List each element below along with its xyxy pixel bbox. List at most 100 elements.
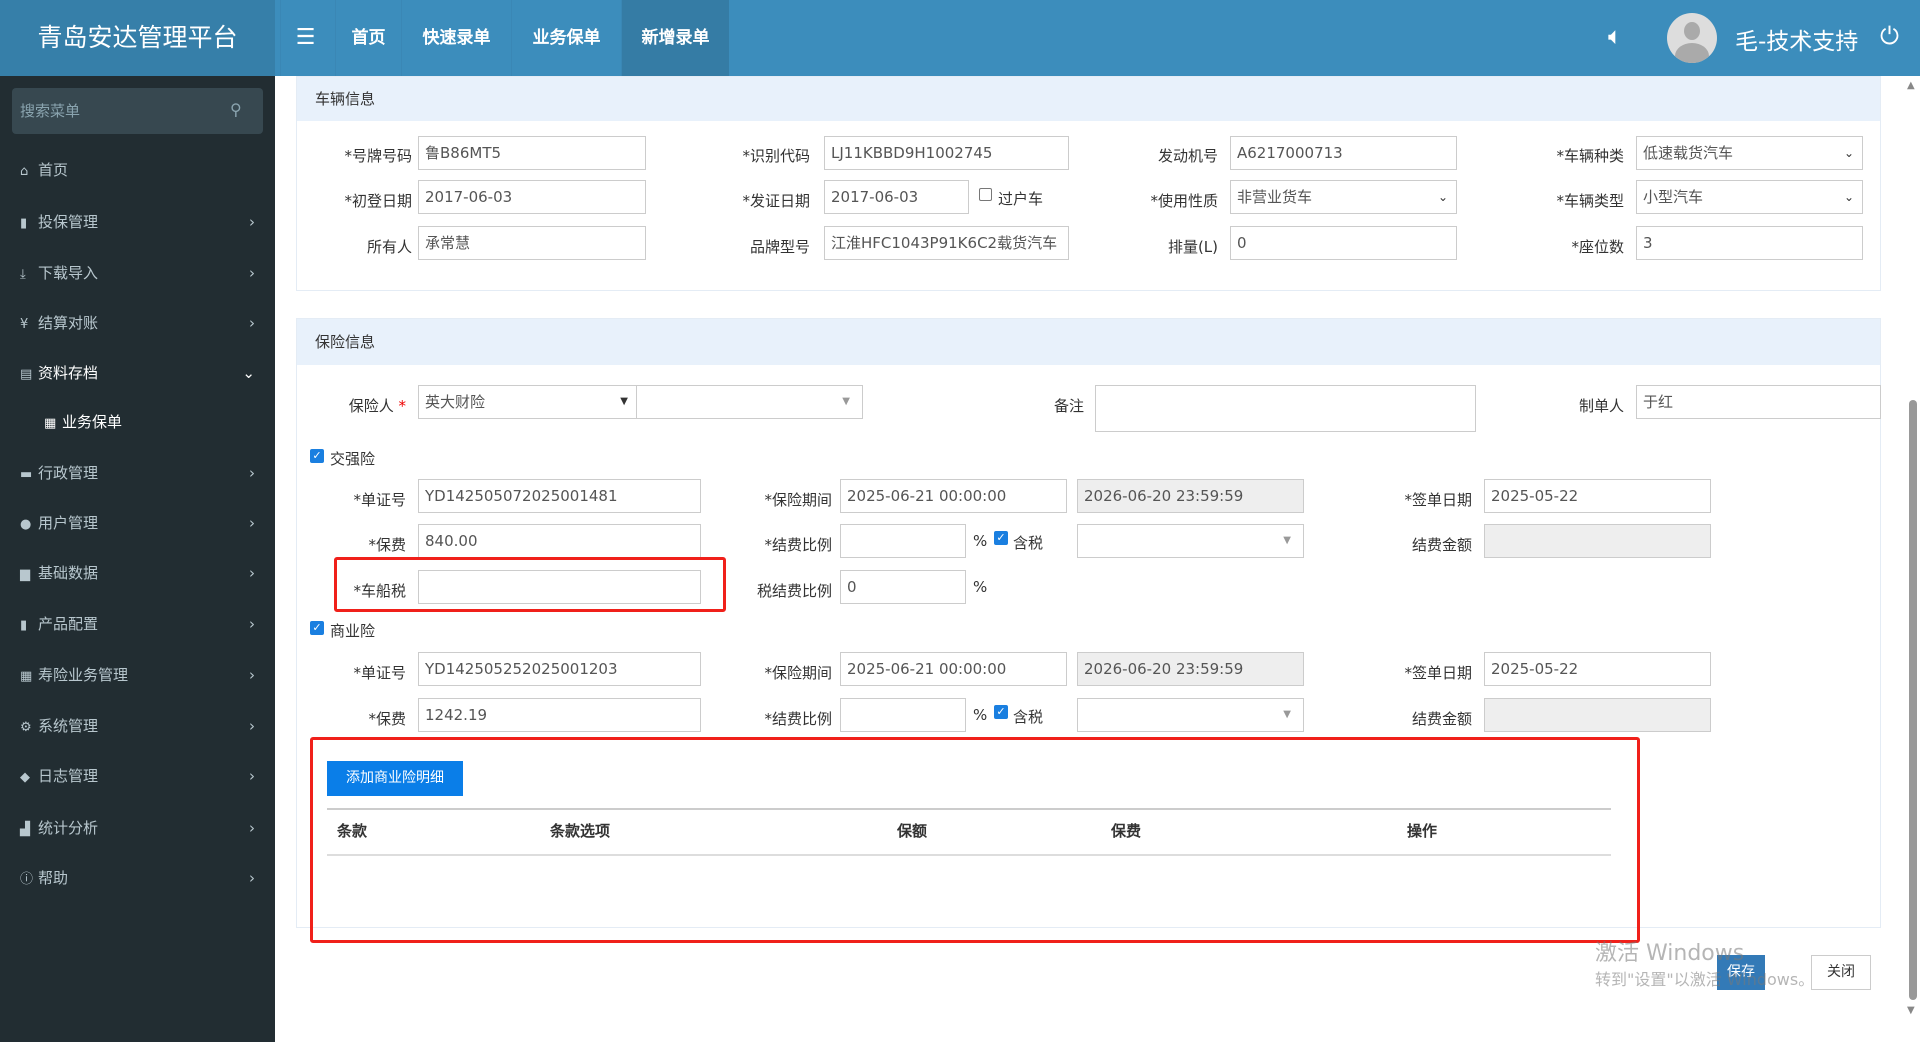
transfer-checkbox[interactable]: [979, 188, 992, 201]
menu-toggle-icon[interactable]: ☰: [280, 0, 330, 76]
speaker-icon[interactable]: 🔈︎: [1608, 22, 1622, 50]
username[interactable]: 毛-技术支持: [1735, 22, 1858, 56]
chevron-right-icon: ›: [249, 869, 255, 887]
grid-icon: ▦: [20, 669, 33, 684]
ci-rate-select[interactable]: ▼: [1077, 524, 1304, 558]
use-select[interactable]: 非营业货车 ⌄: [1230, 180, 1457, 214]
displacement-input[interactable]: 0: [1230, 226, 1457, 260]
reg-date-input[interactable]: 2017-06-03: [418, 180, 646, 214]
bi-sign-input[interactable]: 2025-05-22: [1484, 652, 1711, 686]
scrollbar-thumb[interactable]: [1909, 400, 1917, 1000]
sidebar-item-settlement[interactable]: ¥ 结算对账 ›: [0, 303, 275, 343]
sidebar-item-basedata[interactable]: ▆ 基础数据 ›: [0, 553, 275, 593]
nav-new-entry[interactable]: 新增录单: [621, 0, 729, 76]
chevron-right-icon: ›: [249, 213, 255, 231]
value: 低速载货汽车: [1643, 144, 1734, 162]
ci-tax-incl-checkbox[interactable]: ✓: [994, 531, 1008, 545]
sidebar-item-life[interactable]: ▦ 寿险业务管理 ›: [0, 655, 275, 695]
insurer-select[interactable]: 英大财险 ▼: [418, 385, 637, 419]
sidebar-item-admin[interactable]: ▬ 行政管理 ›: [0, 453, 275, 493]
caret-down-icon: ▼: [620, 396, 628, 407]
ci-start-input[interactable]: 2025-06-21 00:00:00: [840, 479, 1067, 513]
model-input[interactable]: 江淮HFC1043P91K6C2载货汽车: [824, 226, 1069, 260]
value: 非营业货车: [1237, 188, 1313, 206]
ci-sign-input[interactable]: 2025-05-22: [1484, 479, 1711, 513]
label: 业务保单: [62, 413, 123, 431]
chevron-right-icon: ›: [249, 819, 255, 837]
sidebar-item-help[interactable]: ⓘ 帮助 ›: [0, 858, 275, 898]
ci-premium-input[interactable]: 840.00: [418, 524, 701, 558]
maker-input[interactable]: 于红: [1636, 385, 1881, 419]
chevron-down-icon: ⌄: [242, 364, 255, 382]
menu-search-input[interactable]: 搜索菜单: [12, 88, 263, 134]
use-label: *使用性质: [1150, 192, 1218, 210]
nav-policies[interactable]: 业务保单: [511, 0, 621, 76]
kind-label: *车辆种类: [1556, 147, 1624, 165]
chevron-down-icon: ⌄: [1843, 190, 1854, 204]
sidebar-item-home[interactable]: ⌂ 首页: [0, 150, 275, 190]
drive-icon: ▆: [20, 567, 30, 582]
bi-rate-input[interactable]: [840, 698, 966, 732]
scroll-down-icon[interactable]: ▼: [1907, 1005, 1915, 1016]
bi-premium-input[interactable]: 1242.19: [418, 698, 701, 732]
sidebar-item-archive[interactable]: ▤ 资料存档 ⌄: [0, 353, 275, 393]
bi-start-input[interactable]: 2025-06-21 00:00:00: [840, 652, 1067, 686]
insurer-branch-select[interactable]: ▼: [636, 385, 863, 419]
avatar[interactable]: [1667, 13, 1717, 63]
app-logo[interactable]: 青岛安达管理平台: [0, 0, 275, 76]
vehicle-type-select[interactable]: 小型汽车 ⌄: [1636, 180, 1863, 214]
sidebar-item-system[interactable]: ⚙ 系统管理 ›: [0, 706, 275, 746]
text: 保险人: [348, 397, 394, 415]
label: 寿险业务管理: [38, 666, 129, 684]
sidebar-item-insure[interactable]: ▮ 投保管理 ›: [0, 202, 275, 242]
close-button[interactable]: 关闭: [1811, 955, 1871, 990]
chevron-right-icon: ›: [249, 717, 255, 735]
seats-label: *座位数: [1571, 238, 1624, 256]
activation-watermark-text: 转到"设置"以激活 Windows。: [1595, 970, 1815, 989]
remark-textarea[interactable]: [1095, 385, 1476, 432]
nav-quick-entry[interactable]: 快速录单: [401, 0, 511, 76]
sidebar-item-logs[interactable]: ◆ 日志管理 ›: [0, 756, 275, 796]
cert-date-input[interactable]: 2017-06-03: [824, 180, 969, 214]
seats-input[interactable]: 3: [1636, 226, 1863, 260]
bi-rate-select[interactable]: ▼: [1077, 698, 1304, 732]
maker-label: 制单人: [1578, 397, 1624, 415]
ci-pct: %: [973, 532, 988, 550]
book-icon: ▮: [20, 618, 28, 633]
tax-rate-input[interactable]: 0: [840, 570, 966, 604]
sidebar-item-users[interactable]: ● 用户管理 ›: [0, 503, 275, 543]
search-icon[interactable]: ⚲: [230, 100, 242, 119]
bi-tax-incl-checkbox[interactable]: ✓: [994, 705, 1008, 719]
sidebar-item-stats[interactable]: ▟ 统计分析 ›: [0, 808, 275, 848]
power-icon[interactable]: ⏻: [1880, 22, 1899, 50]
sidebar-item-products[interactable]: ▮ 产品配置 ›: [0, 604, 275, 644]
scroll-up-icon[interactable]: ▲: [1907, 80, 1915, 91]
ci-tax-incl-label: 含税: [1013, 534, 1044, 552]
vin-input[interactable]: LJ11KBBD9H1002745: [824, 136, 1069, 170]
briefcase-icon: ▬: [20, 467, 33, 482]
nav-home[interactable]: 首页: [335, 0, 401, 76]
tax-rate-label: 税结费比例: [756, 582, 832, 600]
user-icon: ●: [20, 517, 32, 532]
sidebar-item-download[interactable]: ⤓ 下载导入 ›: [0, 253, 275, 293]
bi-premium-label: *保费: [368, 710, 406, 728]
ci-rate-input[interactable]: [840, 524, 966, 558]
owner-input[interactable]: 承常慧: [418, 226, 646, 260]
plate-input[interactable]: 鲁B86MT5: [418, 136, 646, 170]
ci-rate-label: *结费比例: [764, 536, 832, 554]
label: 投保管理: [38, 213, 99, 231]
engine-input[interactable]: A6217000713: [1230, 136, 1457, 170]
insurer-label: 保险人 *: [349, 395, 406, 416]
label: 系统管理: [38, 717, 99, 735]
ci-premium-label: *保费: [368, 536, 406, 554]
bi-checkbox[interactable]: ✓: [310, 621, 324, 635]
reg-date-label: *初登日期: [344, 192, 412, 210]
bi-no-input[interactable]: YD142505252025001203: [418, 652, 701, 686]
label: 用户管理: [38, 514, 99, 532]
ci-no-input[interactable]: YD142505072025001481: [418, 479, 701, 513]
sidebar-subitem-policies[interactable]: ▦ 业务保单: [0, 402, 275, 442]
vehicle-kind-select[interactable]: 低速载货汽车 ⌄: [1636, 136, 1863, 170]
ci-checkbox[interactable]: ✓: [310, 449, 324, 463]
tags-icon: ◆: [20, 770, 30, 785]
chevron-right-icon: ›: [249, 264, 255, 282]
